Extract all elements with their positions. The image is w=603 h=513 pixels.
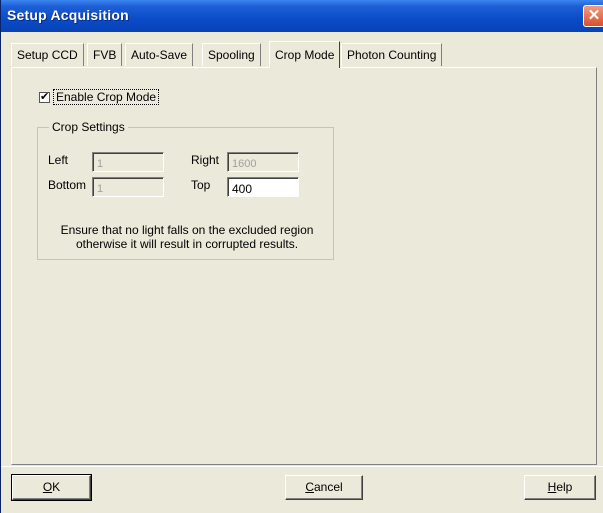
- bottom-field[interactable]: [92, 177, 164, 197]
- help-button[interactable]: Help: [524, 475, 596, 500]
- cancel-label: ancel: [313, 480, 343, 494]
- enable-crop-mode-label[interactable]: Enable Crop Mode: [53, 89, 160, 105]
- left-label: Left: [48, 153, 69, 167]
- ok-mnemonic: O: [42, 480, 53, 494]
- ok-label: K: [52, 480, 61, 494]
- tab-spooling[interactable]: Spooling: [202, 43, 261, 66]
- tab-photon-counting[interactable]: Photon Counting: [341, 43, 443, 66]
- checkmark-icon: ✔: [40, 91, 50, 103]
- window-title: Setup Acquisition: [7, 7, 129, 23]
- cancel-button[interactable]: Cancel: [285, 475, 363, 500]
- ok-button[interactable]: OK: [11, 474, 92, 501]
- close-icon: ✕: [587, 7, 601, 24]
- right-field[interactable]: [227, 152, 299, 172]
- button-divider: [1, 466, 603, 467]
- tab-crop-mode[interactable]: Crop Mode: [269, 41, 341, 68]
- bottom-label: Bottom: [48, 178, 87, 192]
- left-field[interactable]: [92, 152, 164, 172]
- top-field[interactable]: [227, 177, 299, 197]
- top-label: Top: [191, 178, 211, 192]
- tab-auto-save[interactable]: Auto-Save: [125, 43, 194, 66]
- crop-settings-title: Crop Settings: [49, 120, 128, 134]
- setup-acquisition-window: Setup Acquisition ✕ Setup CCD FVB Auto-S…: [0, 0, 603, 513]
- cancel-mnemonic: C: [305, 480, 314, 494]
- right-label: Right: [191, 153, 220, 167]
- tab-fvb[interactable]: FVB: [87, 43, 123, 66]
- tab-setup-ccd[interactable]: Setup CCD: [11, 43, 84, 66]
- enable-crop-mode-checkbox[interactable]: ✔: [39, 91, 50, 103]
- crop-warning-note: Ensure that no light falls on the exclud…: [60, 223, 314, 251]
- help-label: elp: [556, 480, 573, 494]
- title-bar[interactable]: Setup Acquisition ✕: [1, 0, 603, 32]
- close-button[interactable]: ✕: [583, 5, 603, 27]
